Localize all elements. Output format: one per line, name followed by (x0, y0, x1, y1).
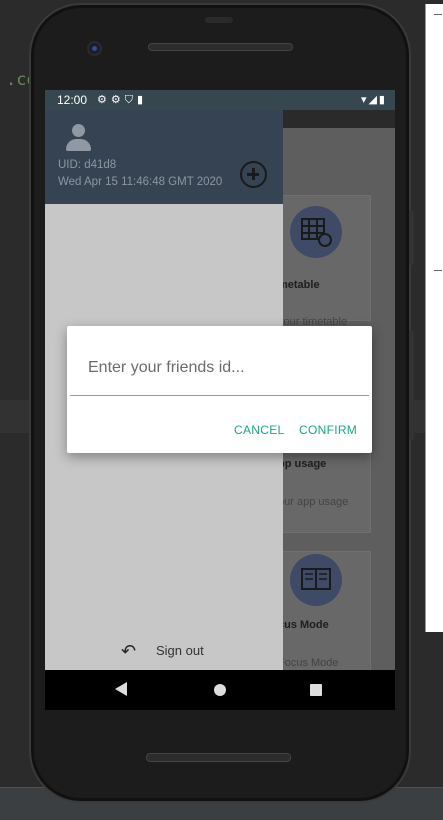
ide-right-panel (425, 4, 443, 632)
friend-id-input[interactable] (70, 326, 369, 396)
volume-button (409, 210, 414, 265)
sign-out-button[interactable]: ↶ Sign out (45, 640, 283, 664)
confirm-button[interactable]: CONFIRM (299, 423, 357, 437)
phone-screen: 12:00 ⚙⚙⛉▮ ▾◢▮ metable your timetable pp… (45, 90, 395, 710)
app-usage-card[interactable]: pp usage our app usage (277, 453, 371, 533)
login-date: Wed Apr 15 11:46:48 GMT 2020 (58, 176, 223, 188)
panel-mark (434, 270, 442, 271)
back-icon[interactable] (115, 682, 127, 696)
book-icon (290, 554, 342, 606)
user-id: UID: d41d8 (58, 159, 117, 171)
earpiece (205, 17, 233, 23)
status-time: 12:00 (57, 93, 88, 107)
card-subtitle: Focus Mode (278, 657, 339, 669)
status-notification-icons: ⚙⚙⛉▮ (97, 94, 148, 106)
navigation-bar (45, 670, 395, 710)
status-system-icons: ▾◢▮ (360, 94, 387, 106)
top-speaker (148, 43, 293, 51)
undo-icon: ↶ (121, 641, 137, 661)
camera-icon (87, 41, 102, 56)
timetable-card[interactable]: metable your timetable (277, 195, 371, 328)
friend-id-dialog: CANCEL CONFIRM (67, 326, 372, 453)
status-bar: 12:00 ⚙⚙⛉▮ ▾◢▮ (45, 90, 395, 110)
card-subtitle: our app usage (278, 496, 349, 508)
sign-out-label: Sign out (156, 643, 204, 658)
cancel-button[interactable]: CANCEL (234, 423, 284, 437)
home-icon[interactable] (214, 684, 226, 696)
timetable-icon (290, 206, 342, 258)
add-friend-icon[interactable] (240, 161, 267, 188)
power-button (409, 330, 414, 440)
panel-mark (434, 14, 442, 15)
bottom-speaker (146, 753, 291, 762)
card-title: metable (278, 279, 320, 291)
recents-icon[interactable] (310, 684, 322, 696)
card-title: pp usage (278, 458, 327, 470)
focus-mode-card[interactable]: cus Mode Focus Mode (277, 551, 371, 681)
avatar (63, 122, 93, 152)
drawer-header: UID: d41d8 Wed Apr 15 11:46:48 GMT 2020 (45, 110, 283, 204)
card-title: cus Mode (278, 619, 329, 631)
